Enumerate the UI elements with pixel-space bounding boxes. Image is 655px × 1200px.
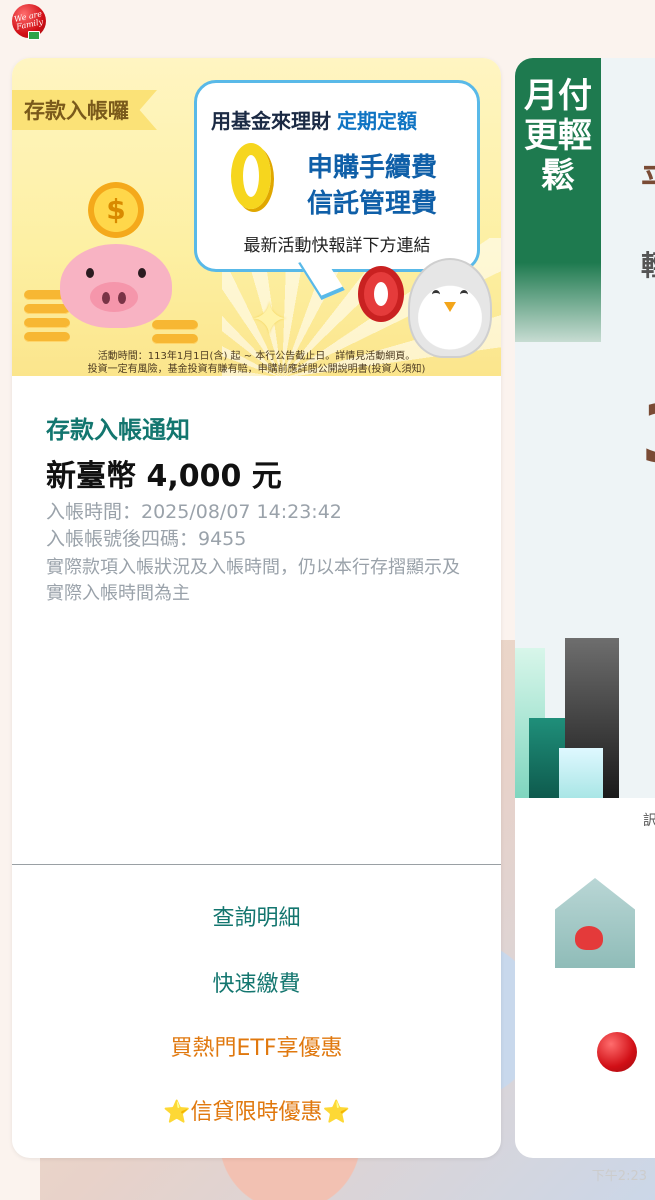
view-details-button[interactable]: 查詢明細 — [12, 900, 501, 932]
promo-note: 最新活動快報詳下方連結 — [243, 236, 431, 256]
logo-badge — [28, 31, 40, 40]
coin-stack — [24, 332, 70, 342]
message-timestamp: 下午2:23 — [591, 1169, 647, 1184]
quick-pay-button[interactable]: 快速繳費 — [12, 966, 501, 998]
loan-offer-button[interactable]: ⭐信貸限時優惠⭐ — [12, 1094, 501, 1126]
next-card-big-number: 3 — [641, 388, 655, 481]
piggy-bank-icon — [60, 244, 172, 328]
divider — [12, 864, 501, 865]
bar-graphic-decoration — [515, 618, 655, 798]
promo-banner[interactable]: 存款入帳囉 $ ✦ 用基金來理財 定期定額 申購手續費 信託管理費 最新活動快報詳… — [12, 58, 501, 376]
owl-mascot-icon — [408, 258, 492, 358]
coin-stack — [152, 320, 198, 330]
bank-logo-icon: We are Family — [12, 4, 46, 40]
bank-logo-icon — [597, 1032, 637, 1072]
next-card-partial-text: 訳 — [643, 813, 655, 829]
deposit-note: 實際款項入帳狀況及入帳時間，仍以本行存摺顯示及實際入帳時間為主 — [46, 557, 460, 604]
next-card-partial-text: 輕 — [641, 244, 655, 284]
deposit-amount: 新臺幣 4,000 元 — [46, 459, 282, 494]
etf-offer-button[interactable]: 買熱門ETF享優惠 — [12, 1030, 501, 1062]
logo-text: We are Family — [13, 9, 44, 32]
deposit-time: 入帳時間：2025/08/07 14:23:42 — [46, 501, 342, 523]
account-last-four: 入帳帳號後四碼：9455 — [46, 528, 247, 550]
notice-body: 存款入帳通知 新臺幣 4,000 元 入帳時間：2025/08/07 14:23… — [12, 376, 501, 607]
next-message-card[interactable]: 月付更輕鬆 平 輕 3 訳 — [515, 58, 655, 1158]
next-card-partial-text: 平 — [641, 154, 655, 203]
fee-line-2: 信託管理費 — [307, 189, 438, 219]
dollar-coin-icon: $ — [88, 182, 144, 238]
promo-title: 用基金來理財 定期定額 — [211, 109, 417, 133]
zero-fee-icon — [231, 143, 271, 209]
sparkle-icon: ✦ — [250, 292, 289, 346]
heart-icon — [575, 926, 603, 950]
banner-disclaimer: 投資一定有風險，基金投資有賺有賠，申購前應詳閱公開說明書(投資人須知) — [87, 364, 426, 375]
fee-line-1: 申購手續費 — [307, 153, 438, 183]
next-card-green-tag: 月付更輕鬆 — [515, 58, 601, 342]
promo-speech-bubble: 用基金來理財 定期定額 申購手續費 信託管理費 最新活動快報詳下方連結 — [194, 80, 480, 272]
coin-stack — [152, 334, 198, 344]
message-card: 存款入帳囉 $ ✦ 用基金來理財 定期定額 申購手續費 信託管理費 最新活動快報詳… — [12, 58, 501, 1158]
banner-disclaimer: 活動時間：113年1月1日(含) 起 ~ 本行公告截止日。詳情見活動網頁。 — [97, 351, 416, 362]
megaphone-icon — [358, 266, 404, 322]
deposit-ribbon: 存款入帳囉 — [12, 90, 157, 130]
coin-stack — [24, 304, 70, 314]
house-key-icon — [555, 878, 635, 968]
notice-title: 存款入帳通知 — [46, 416, 190, 444]
coin-stack — [24, 318, 70, 328]
